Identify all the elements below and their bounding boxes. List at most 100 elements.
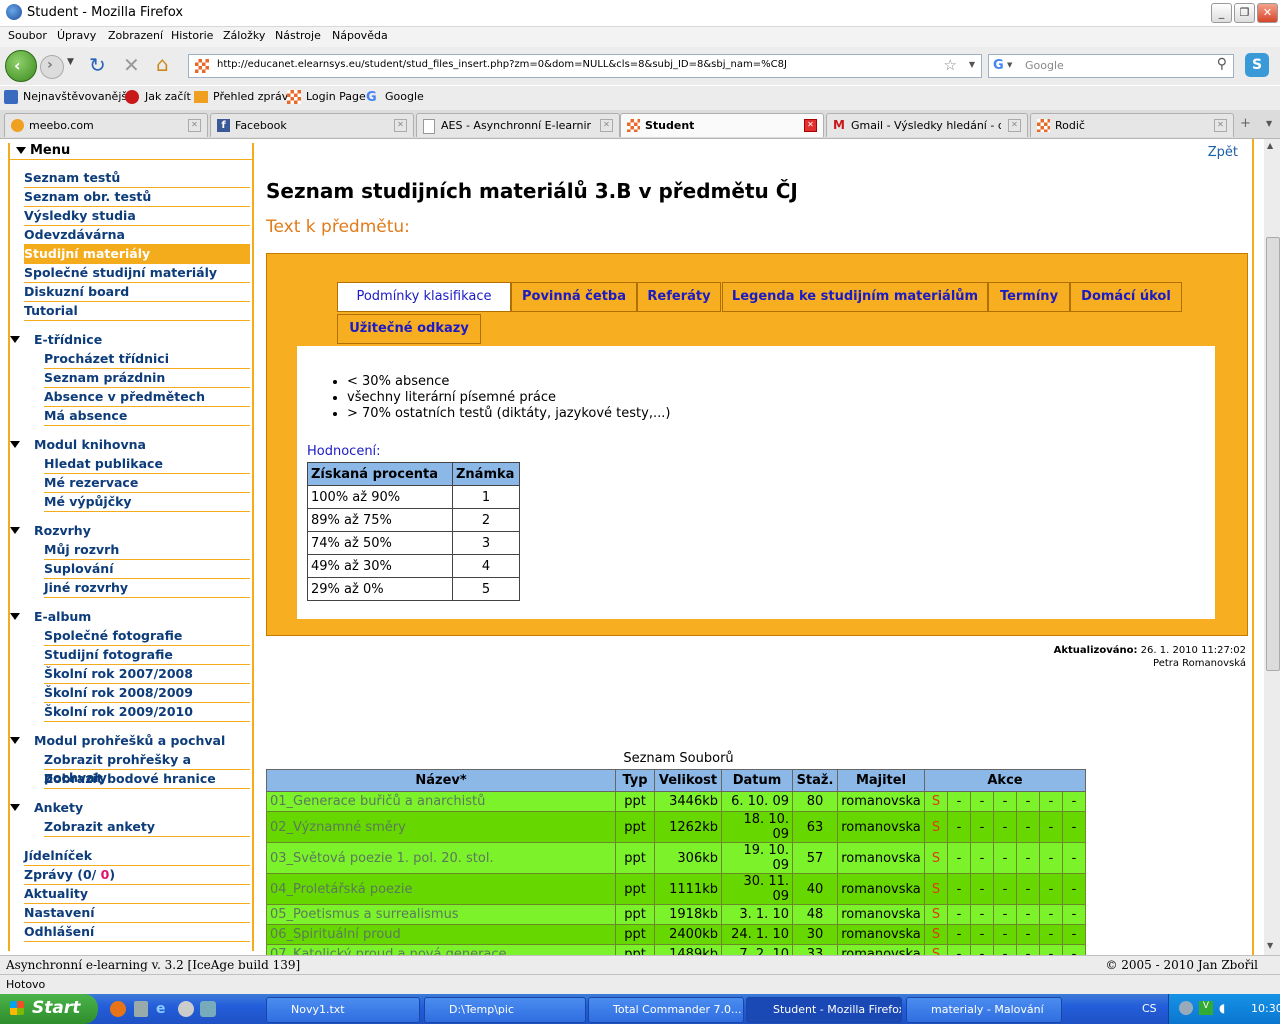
collapse-triangle-icon[interactable] (10, 336, 20, 343)
reload-icon[interactable]: ↻ (89, 53, 106, 77)
sidebar-group-header[interactable]: Modul prohřešků a pochval (34, 733, 225, 748)
tab-rodic[interactable]: Rodič ✕ (1030, 113, 1234, 137)
collapse-triangle-icon[interactable] (16, 147, 26, 154)
sidebar-subitem[interactable]: Má absence (44, 407, 250, 426)
search-icon[interactable]: ⚲ (1217, 56, 1227, 72)
taskbar-button-paint[interactable]: materialy - Malování (906, 997, 1062, 1023)
vertical-scrollbar[interactable]: ▲ ▼ (1264, 139, 1280, 955)
menu-zobrazeni[interactable]: Zobrazení (108, 29, 163, 42)
file-name-link[interactable]: 05_Poetismus a surrealismus (266, 904, 616, 925)
bookmark-google[interactable]: Google (385, 90, 424, 103)
back-link[interactable]: Zpět (1208, 145, 1238, 160)
close-tab-icon[interactable]: ✕ (394, 119, 407, 132)
sidebar-subitem[interactable]: Procházet třídnici (44, 350, 250, 369)
scroll-down-icon[interactable]: ▼ (1267, 941, 1273, 950)
close-tab-icon[interactable]: ✕ (188, 119, 201, 132)
menu-soubor[interactable]: Soubor (8, 29, 47, 42)
taskbar-button-novy1[interactable]: Novy1.txt (266, 997, 420, 1023)
tab-u-ite-n-odkazy[interactable]: Užitečné odkazy (337, 314, 481, 344)
sidebar-subitem[interactable]: Mé rezervace (44, 474, 250, 493)
home-icon[interactable]: ⌂ (156, 52, 169, 76)
tab-term-ny[interactable]: Termíny (988, 282, 1070, 312)
collapse-triangle-icon[interactable] (10, 613, 20, 620)
sidebar-item-studijn-materi-ly[interactable]: Studijní materiály (24, 245, 250, 264)
scroll-thumb[interactable] (1266, 237, 1280, 671)
engine-dropdown-icon[interactable]: ▼ (1007, 61, 1012, 69)
tab-student[interactable]: Student ✕ (620, 113, 824, 137)
sidebar-subitem[interactable]: Absence v předmětech (44, 388, 250, 407)
file-show-action[interactable]: S (924, 924, 948, 945)
search-placeholder[interactable]: Google (1025, 59, 1064, 72)
sidebar-item-v-sledky-studia[interactable]: Výsledky studia (24, 207, 250, 226)
skype-icon[interactable]: S (1245, 53, 1269, 77)
sidebar-subitem[interactable]: Suplování (44, 560, 250, 579)
sidebar-item-tutorial[interactable]: Tutorial (24, 302, 250, 321)
sidebar-item-spole-n-studijn-materi-ly[interactable]: Společné studijní materiály (24, 264, 250, 283)
menu-zalozky[interactable]: Záložky (223, 29, 265, 42)
close-tab-icon[interactable]: ✕ (600, 119, 613, 132)
bookmark-most-visited[interactable]: Nejnavštěvovanější (23, 90, 130, 103)
file-name-link[interactable]: 01_Generace buřičů a anarchistů (266, 791, 616, 812)
file-show-action[interactable]: S (924, 811, 948, 843)
forward-button[interactable]: › (40, 55, 64, 79)
sidebar-subitem[interactable]: Seznam prázdnin (44, 369, 250, 388)
start-button[interactable]: Start (0, 994, 98, 1024)
sidebar-item-messages[interactable]: Zprávy (0/ 0) (24, 866, 250, 885)
close-tab-icon[interactable]: ✕ (1008, 119, 1021, 132)
sidebar-subitem[interactable]: Zobrazit ankety (44, 818, 250, 837)
tab-gmail[interactable]: M Gmail - Výsledky hledání - dob... ✕ (826, 113, 1028, 137)
sidebar-subitem[interactable]: Společné fotografie (44, 627, 250, 646)
sidebar-item-bottom[interactable]: Odhlášení (24, 923, 250, 942)
sidebar-subitem[interactable]: Mé výpůjčky (44, 493, 250, 512)
menu-upravy[interactable]: Úpravy (57, 29, 96, 42)
collapse-triangle-icon[interactable] (10, 441, 20, 448)
sidebar-item-seznam-obr-test-[interactable]: Seznam obr. testů (24, 188, 250, 207)
file-name-link[interactable]: 06_Spirituální proud (266, 924, 616, 945)
sidebar-item-odevzd-v-rna[interactable]: Odevzdávárna (24, 226, 250, 245)
tab-podm-nky-klasifikace[interactable]: Podmínky klasifikace (337, 282, 511, 312)
tab-facebook[interactable]: f Facebook ✕ (210, 113, 414, 137)
sidebar-subitem[interactable]: Zobrazit prohřešky a pochvaly (44, 751, 250, 785)
tab-aes[interactable]: AES - Asynchronní E-learning... ✕ (416, 113, 620, 137)
bookmark-getting-started[interactable]: Jak začít (145, 90, 191, 103)
sidebar-group-header[interactable]: E-album (34, 609, 91, 624)
address-bar[interactable]: http://educanet.elearnsys.eu/student/stu… (188, 54, 982, 78)
collapse-triangle-icon[interactable] (10, 737, 20, 744)
sidebar-group-header[interactable]: Ankety (34, 800, 83, 815)
language-indicator[interactable]: CS (1142, 1002, 1157, 1015)
menu-historie[interactable]: Historie (171, 29, 213, 42)
sidebar-group-header[interactable]: E-třídnice (34, 332, 102, 347)
quicklaunch-icon[interactable] (200, 1001, 216, 1017)
tray-icon[interactable]: V (1199, 1001, 1213, 1015)
sidebar-subitem[interactable]: Studijní fotografie (44, 646, 250, 665)
bookmark-login-page[interactable]: Login Page (306, 90, 366, 103)
back-button[interactable]: ‹ (5, 50, 37, 82)
tray-icon[interactable] (1179, 1001, 1193, 1015)
menu-nastroje[interactable]: Nástroje (275, 29, 321, 42)
sidebar-group-header[interactable]: Rozvrhy (34, 523, 91, 538)
file-show-action[interactable]: S (924, 904, 948, 925)
url-text[interactable]: http://educanet.elearnsys.eu/student/stu… (217, 59, 787, 70)
files-column-header[interactable]: Název* (266, 769, 616, 792)
sidebar-item-bottom[interactable]: Nastavení (24, 904, 250, 923)
tab-legenda-ke-studijn-m-materi-l-m[interactable]: Legenda ke studijním materiálům (722, 282, 988, 312)
taskbar-button-temp-pic[interactable]: D:\Temp\pic (424, 997, 586, 1023)
file-show-action[interactable]: S (924, 791, 948, 812)
sidebar-subitem[interactable]: Jiné rozvrhy (44, 579, 250, 598)
sidebar-item-bottom[interactable]: Aktuality (24, 885, 250, 904)
menu-napoveda[interactable]: Nápověda (332, 29, 388, 42)
bookmark-news[interactable]: Přehled zpráv (213, 90, 288, 103)
sidebar-subitem[interactable]: Školní rok 2007/2008 (44, 665, 250, 684)
sidebar-item-diskuzn-board[interactable]: Diskuzní board (24, 283, 250, 302)
collapse-triangle-icon[interactable] (10, 804, 20, 811)
scroll-up-icon[interactable]: ▲ (1267, 141, 1273, 150)
close-tab-icon[interactable]: ✕ (804, 119, 817, 132)
collapse-triangle-icon[interactable] (10, 527, 20, 534)
file-name-link[interactable]: 03_Světová poezie 1. pol. 20. stol. (266, 842, 616, 874)
firefox-quicklaunch-icon[interactable] (110, 1001, 126, 1017)
close-tab-icon[interactable]: ✕ (1214, 119, 1227, 132)
tab-dom-c-kol[interactable]: Domácí úkol (1070, 282, 1182, 312)
stop-icon[interactable]: ✕ (123, 53, 140, 77)
sidebar-subitem[interactable]: Zobrazit bodové hranice (44, 770, 250, 789)
file-show-action[interactable]: S (924, 842, 948, 874)
